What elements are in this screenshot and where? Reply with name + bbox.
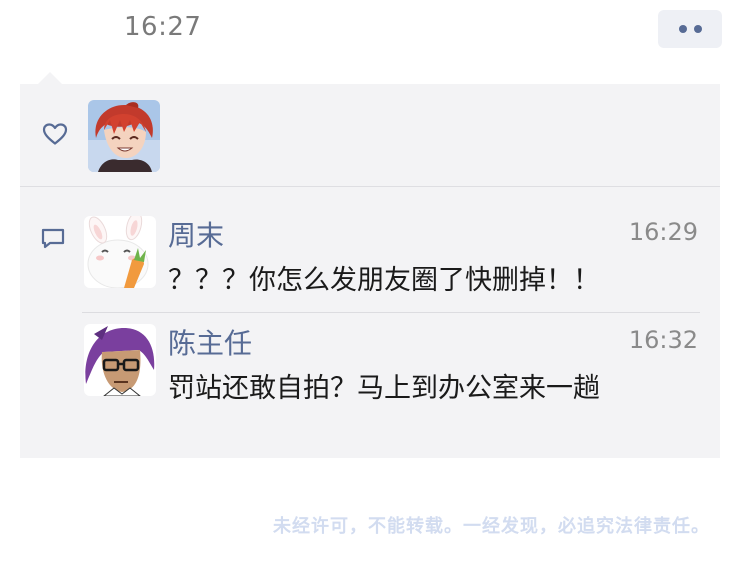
heart-icon <box>42 123 68 145</box>
liker-avatar[interactable] <box>88 100 160 172</box>
commenter-avatar[interactable] <box>84 216 156 288</box>
more-button[interactable] <box>658 10 722 48</box>
likes-row <box>20 84 720 186</box>
comment-text: ？？？你怎么发朋友圈了快删掉！！ <box>168 265 600 296</box>
comment-divider <box>82 312 700 313</box>
comment-time: 16:29 <box>628 218 698 246</box>
comment-icon <box>41 228 65 249</box>
comment-time: 16:32 <box>628 326 698 354</box>
comment-item[interactable]: 陈主任 16:32 罚站还敢自拍？马上到办公室来一趟 <box>84 324 698 404</box>
copyright-watermark: 未经许可，不能转载。一经发现，必追究法律责任。 <box>273 516 710 537</box>
comment-text: 罚站还敢自拍？马上到办公室来一趟 <box>168 373 600 404</box>
likes-comments-panel: 周末 16:29 ？？？你怎么发朋友圈了快删掉！！ 陈主任 16:32 罚站还敢… <box>20 84 720 458</box>
comment-item[interactable]: 周末 16:29 ？？？你怎么发朋友圈了快删掉！！ <box>84 216 698 296</box>
commenter-name[interactable]: 陈主任 <box>168 322 252 362</box>
commenter-name[interactable]: 周末 <box>168 214 224 254</box>
ellipsis-icon-dot <box>693 25 702 33</box>
ellipsis-icon <box>678 25 687 33</box>
panel-pointer <box>38 72 62 84</box>
post-timestamp: 16:27 <box>124 12 202 42</box>
commenter-avatar[interactable] <box>84 324 156 396</box>
panel-divider <box>20 186 720 187</box>
